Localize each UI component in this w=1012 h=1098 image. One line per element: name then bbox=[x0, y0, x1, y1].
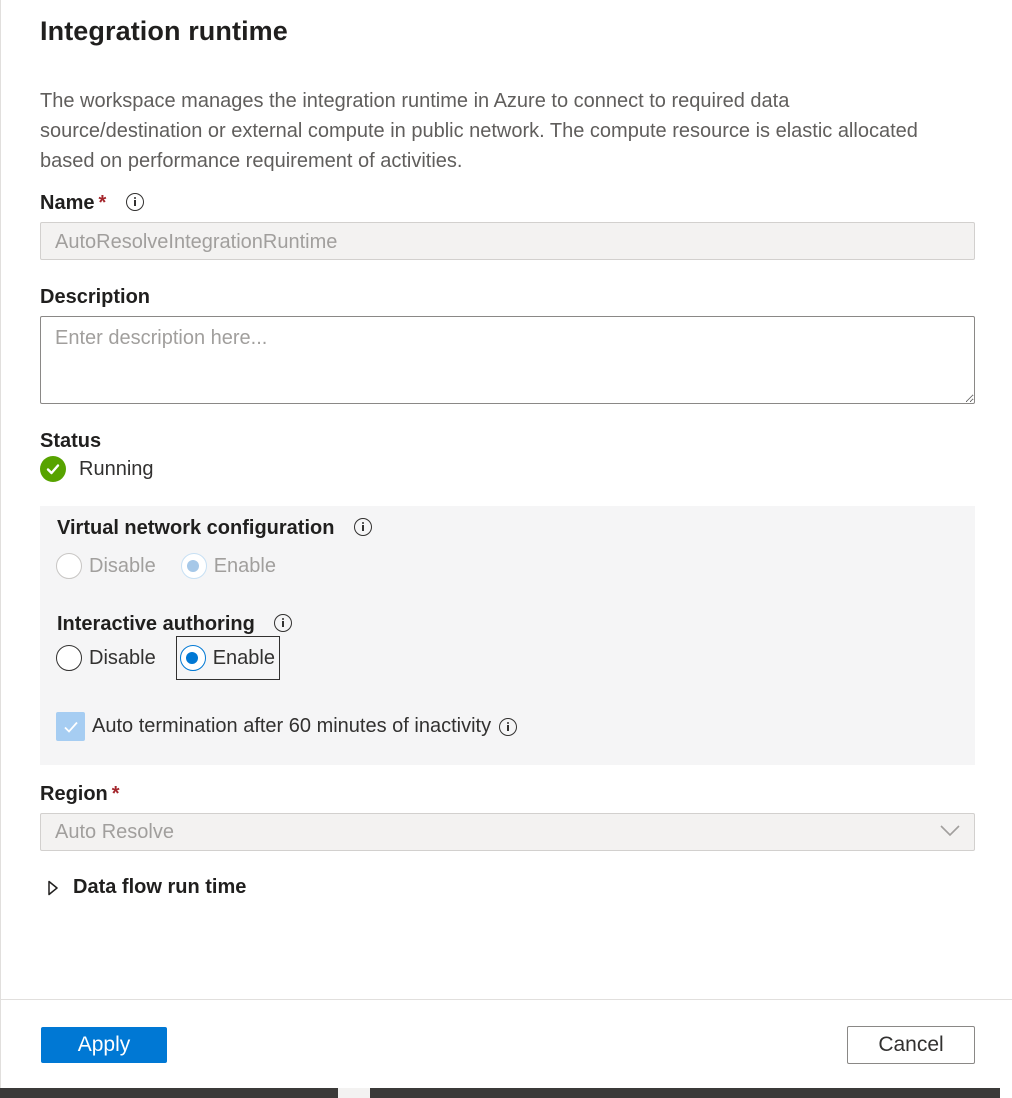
interactive-authoring-disable-option[interactable]: Disable bbox=[56, 645, 156, 671]
required-mark: * bbox=[98, 192, 107, 214]
radio-checked-icon[interactable] bbox=[179, 645, 206, 671]
taskbar-segment bbox=[1000, 1088, 1012, 1098]
option-label: Enable bbox=[213, 554, 276, 577]
name-field: AutoResolveIntegrationRuntime bbox=[40, 222, 975, 260]
interactive-authoring-radio-group: Disable Enable bbox=[56, 636, 280, 680]
region-label-row: Region * bbox=[40, 783, 120, 806]
name-label: Name bbox=[40, 192, 95, 214]
region-label: Region bbox=[40, 783, 108, 805]
data-flow-label: Data flow run time bbox=[73, 876, 247, 898]
status-row: Running bbox=[40, 456, 154, 482]
footer-divider bbox=[1, 999, 1012, 1000]
intro-text: The workspace manages the integration ru… bbox=[40, 90, 918, 172]
auto-termination-checkbox[interactable] bbox=[56, 712, 85, 741]
caret-right-icon bbox=[48, 880, 58, 895]
option-label: Disable bbox=[89, 646, 156, 669]
required-mark: * bbox=[111, 783, 120, 805]
virtual-network-label: Virtual network configuration bbox=[57, 517, 335, 539]
checkmark-icon bbox=[63, 721, 78, 733]
chevron-down-icon bbox=[940, 825, 960, 837]
info-icon[interactable] bbox=[354, 517, 372, 536]
apply-button[interactable]: Apply bbox=[41, 1027, 167, 1063]
region-dropdown[interactable]: Auto Resolve bbox=[40, 813, 975, 851]
info-icon[interactable] bbox=[274, 613, 293, 632]
page-title: Integration runtime bbox=[40, 16, 288, 46]
cancel-button[interactable]: Cancel bbox=[847, 1026, 975, 1064]
option-label: Disable bbox=[89, 554, 156, 577]
auto-termination-row: Auto termination after 60 minutes of ina… bbox=[56, 712, 518, 741]
integration-runtime-panel: Integration runtime The workspace manage… bbox=[0, 0, 1012, 1098]
description-label: Description bbox=[40, 286, 151, 308]
virtual-network-disable-option: Disable bbox=[56, 553, 156, 579]
checkmark-circle-icon bbox=[40, 456, 66, 482]
name-label-row: Name * bbox=[40, 192, 144, 215]
radio-unchecked-icon bbox=[56, 553, 82, 579]
taskbar-segment bbox=[338, 1088, 370, 1098]
interactive-authoring-label: Interactive authoring bbox=[57, 613, 255, 635]
radio-unchecked-icon[interactable] bbox=[56, 645, 82, 671]
virtual-network-radio-group: Disable Enable bbox=[56, 553, 276, 579]
virtual-network-enable-option: Enable bbox=[180, 553, 276, 579]
description-field[interactable] bbox=[40, 316, 975, 404]
info-icon[interactable] bbox=[125, 192, 144, 211]
region-value: Auto Resolve bbox=[55, 821, 174, 843]
status-label: Status bbox=[40, 430, 102, 452]
radio-checked-icon bbox=[180, 553, 207, 579]
network-config-section: Virtual network configuration Disable En… bbox=[40, 506, 975, 765]
data-flow-expander[interactable]: Data flow run time bbox=[47, 876, 246, 899]
option-label: Enable bbox=[212, 646, 275, 669]
auto-termination-label: Auto termination after 60 minutes of ina… bbox=[92, 715, 492, 737]
taskbar bbox=[0, 1088, 1012, 1098]
virtual-network-label-row: Virtual network configuration bbox=[57, 517, 372, 540]
status-value: Running bbox=[79, 457, 154, 480]
interactive-authoring-enable-option[interactable]: Enable bbox=[175, 636, 280, 680]
info-icon[interactable] bbox=[499, 717, 518, 736]
interactive-authoring-label-row: Interactive authoring bbox=[57, 613, 293, 636]
